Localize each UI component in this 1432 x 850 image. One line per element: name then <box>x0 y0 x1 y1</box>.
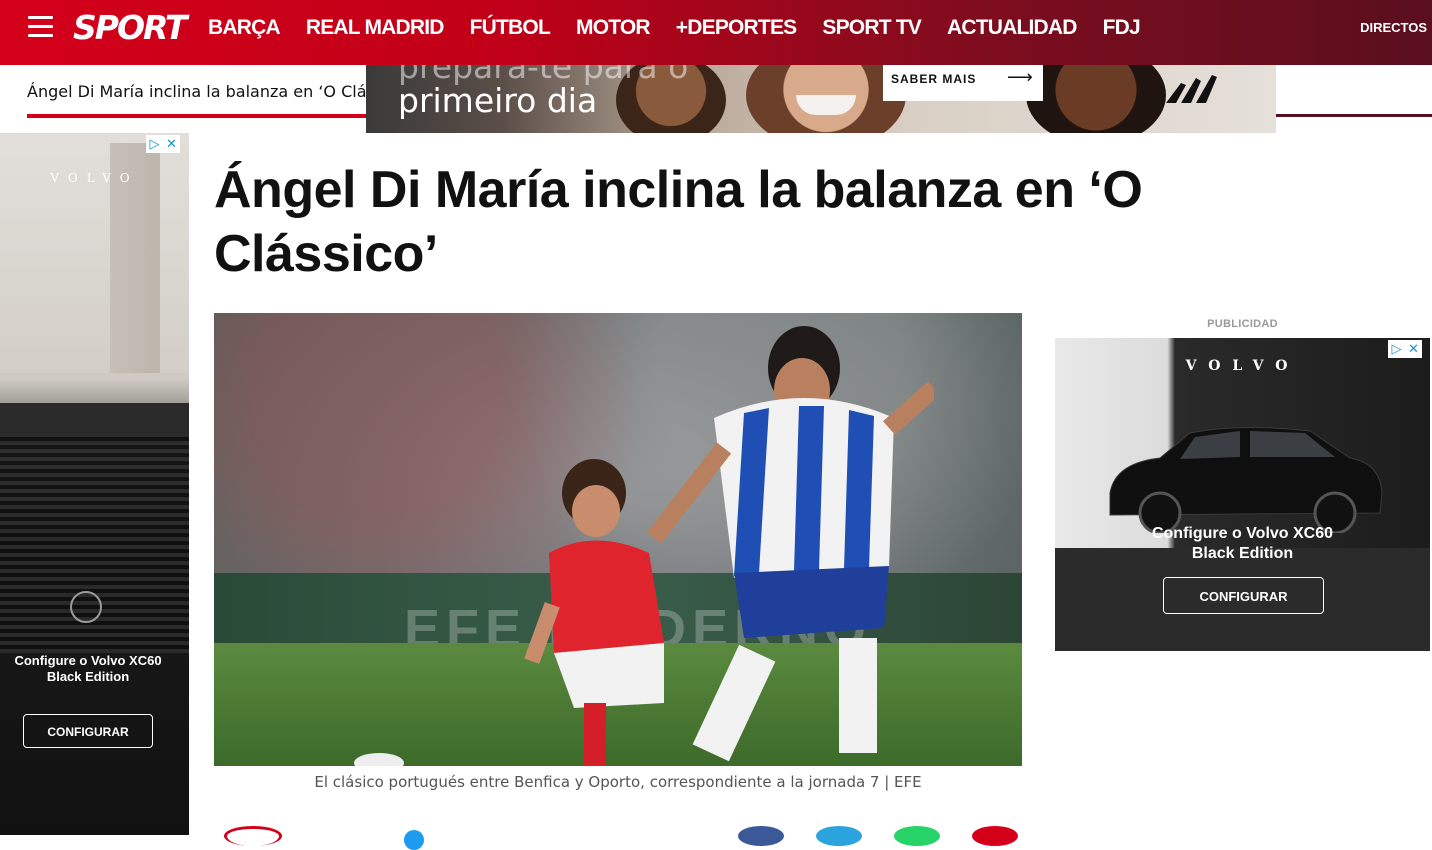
nav-item-deportes[interactable]: +DEPORTES <box>676 14 797 42</box>
ad-saber-mais-button[interactable]: SABER MAIS ⟶ <box>883 65 1043 101</box>
article-headline: Ángel Di María inclina la balanza en ‘O … <box>214 161 1143 283</box>
sport-logo[interactable]: SPORT <box>73 8 187 48</box>
adchoices-icon[interactable]: ▷ ✕ <box>146 135 180 153</box>
ad-person-image <box>1026 65 1166 133</box>
right-ad-text: Configure o Volvo XC60 Black Edition <box>1151 525 1334 562</box>
arrow-right-icon: ⟶ <box>1007 67 1033 87</box>
ad-headline: prepara-te para o primeiro dia <box>398 65 689 120</box>
telegram-share-icon[interactable] <box>816 826 862 846</box>
nav-item-sport-tv[interactable]: SPORT TV <box>822 14 921 42</box>
facebook-share-icon[interactable] <box>738 826 784 846</box>
divider <box>1276 114 1432 117</box>
right-sidebar-ad[interactable]: ▷ ✕ VOLVO Configure o Volvo XC60 Black Ed… <box>1055 338 1430 651</box>
image-caption: El clásico portugués entre Benfica y Opo… <box>314 773 922 791</box>
article-hero-image[interactable]: EFE MODERNO <box>214 313 1022 766</box>
adchoices-icon[interactable]: ▷ ✕ <box>1388 340 1422 358</box>
right-ad-configurar-button[interactable]: CONFIGURAR <box>1163 577 1324 614</box>
volvo-car-image <box>1109 426 1383 533</box>
email-share-icon[interactable] <box>972 826 1018 846</box>
reading-progress-bar <box>27 114 367 118</box>
directos-link[interactable]: DIRECTOS <box>1360 20 1427 35</box>
sticky-article-title[interactable]: Ángel Di María inclina la balanza en ‘O … <box>27 82 375 101</box>
menu-icon[interactable] <box>28 16 53 38</box>
share-button[interactable] <box>224 826 282 846</box>
football <box>354 753 404 766</box>
nav-item-motor[interactable]: MOTOR <box>576 14 651 42</box>
nav-item-actualidad[interactable]: ACTUALIDAD <box>947 14 1077 42</box>
nav-item-real-madrid[interactable]: REAL MADRID <box>306 14 445 42</box>
left-skyscraper-ad[interactable]: ▷ ✕ VOLVO Configure o Volvo XC60 Black Ed… <box>0 133 189 835</box>
left-ad-configurar-button[interactable]: CONFIGURAR <box>23 714 153 748</box>
volvo-logo: VOLVO <box>50 171 139 185</box>
advertising-label: PUBLICIDAD <box>1207 318 1278 330</box>
adidas-logo-icon <box>1166 75 1217 103</box>
ad-background <box>0 133 189 373</box>
nav-item-barca[interactable]: BARÇA <box>208 14 281 42</box>
left-ad-text: Configure o Volvo XC60 Black Edition <box>14 653 162 684</box>
top-banner-ad[interactable]: prepara-te para o primeiro dia SABER MAI… <box>366 65 1276 133</box>
volvo-emblem-icon <box>70 591 102 623</box>
nav-item-futbol[interactable]: FÚTBOL <box>470 14 551 42</box>
whatsapp-share-icon[interactable] <box>894 826 940 846</box>
main-nav: BARÇA REAL MADRID FÚTBOL MOTOR +DEPORTES… <box>208 14 1166 42</box>
top-navigation-bar: SPORT BARÇA REAL MADRID FÚTBOL MOTOR +DE… <box>0 0 1432 65</box>
twitter-share-icon[interactable] <box>404 830 424 850</box>
volvo-logo: VOLVO <box>1185 358 1300 374</box>
porto-player-image <box>646 326 934 762</box>
nav-item-fdj[interactable]: FDJ <box>1103 14 1141 42</box>
